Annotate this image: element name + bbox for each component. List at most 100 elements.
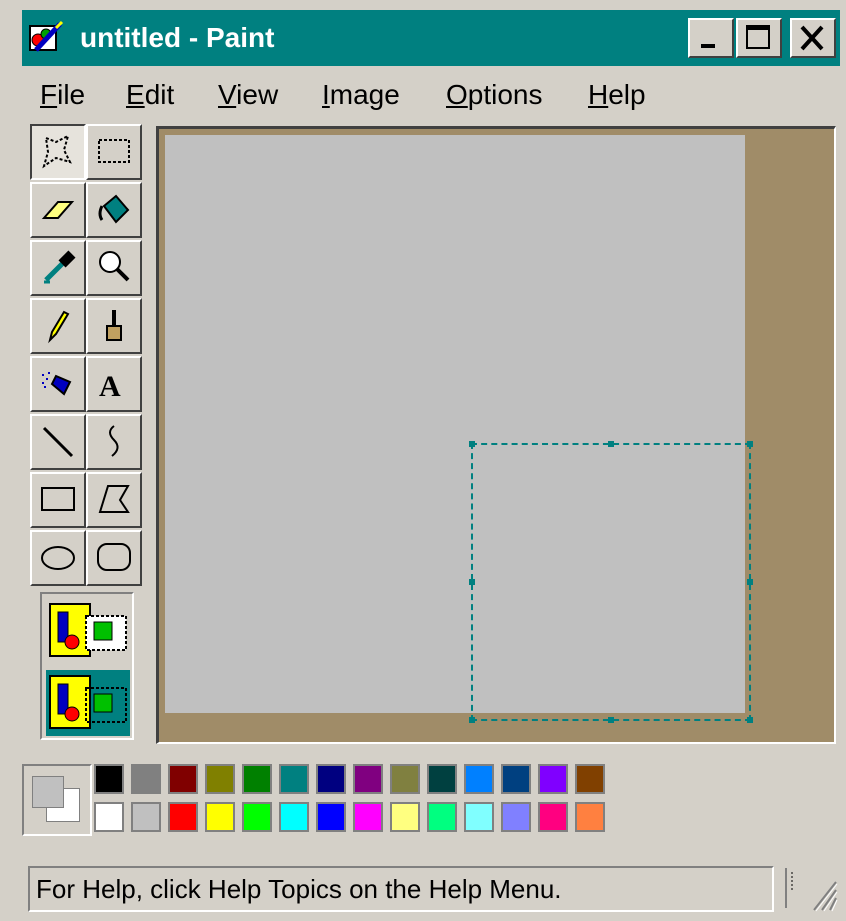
title-bar[interactable]: untitled - Paint: [22, 10, 840, 66]
maximize-icon: [746, 25, 770, 49]
color-swatch[interactable]: [316, 802, 346, 832]
canvas-workspace[interactable]: [156, 126, 836, 744]
curve-icon: [109, 425, 119, 457]
tool-line[interactable]: [30, 414, 86, 470]
tool-rectangle[interactable]: [30, 472, 86, 528]
color-swatch[interactable]: [94, 802, 124, 832]
maximize-button[interactable]: [736, 18, 782, 58]
color-swatch[interactable]: [538, 764, 568, 794]
tool-ellipse[interactable]: [30, 530, 86, 586]
tool-rounded-rect[interactable]: [86, 530, 142, 586]
color-swatch[interactable]: [427, 802, 457, 832]
tool-brush[interactable]: [86, 298, 142, 354]
menu-options-label: ptions: [467, 79, 543, 110]
current-colors[interactable]: [22, 764, 92, 836]
rectangle-icon: [41, 487, 75, 511]
menu-bar: File Edit View Image Options Help: [22, 66, 840, 122]
tool-fill[interactable]: [86, 182, 142, 238]
menu-help[interactable]: Help: [588, 78, 646, 112]
brush-icon: [106, 310, 122, 341]
resize-handle-w[interactable]: [469, 579, 475, 585]
option-transparent-selection[interactable]: [46, 670, 130, 736]
resize-handle-e[interactable]: [747, 579, 753, 585]
minimize-button[interactable]: [688, 18, 734, 58]
color-swatch[interactable]: [131, 764, 161, 794]
tool-pick-color[interactable]: [30, 240, 86, 296]
resize-handle-sw[interactable]: [469, 717, 475, 723]
tool-curve[interactable]: [86, 414, 142, 470]
transparent-selection-icon: [49, 675, 127, 729]
color-picker-icon: [44, 250, 76, 284]
color-swatch[interactable]: [501, 802, 531, 832]
tool-text[interactable]: A: [86, 356, 142, 412]
menu-image-key: I: [322, 79, 330, 110]
color-swatch[interactable]: [316, 764, 346, 794]
close-button[interactable]: [790, 18, 836, 58]
menu-options[interactable]: Options: [446, 78, 543, 112]
menu-view-label: iew: [236, 79, 279, 110]
color-swatch[interactable]: [538, 802, 568, 832]
minimize-icon: [701, 44, 715, 48]
color-swatch[interactable]: [575, 802, 605, 832]
tool-pencil[interactable]: [30, 298, 86, 354]
color-swatch[interactable]: [205, 764, 235, 794]
tool-polygon[interactable]: [86, 472, 142, 528]
option-opaque-selection[interactable]: [46, 598, 130, 664]
menu-edit-label: dit: [144, 79, 175, 110]
fill-bucket-icon: [98, 194, 130, 224]
resize-grip-icon[interactable]: [808, 876, 838, 912]
airbrush-icon: [42, 372, 72, 396]
free-form-select-icon: [42, 134, 72, 169]
opaque-selection-icon: [49, 603, 127, 657]
color-swatch[interactable]: [94, 764, 124, 794]
menu-view[interactable]: View: [218, 78, 278, 112]
menu-edit[interactable]: Edit: [126, 78, 174, 112]
color-swatch[interactable]: [279, 802, 309, 832]
color-swatch[interactable]: [131, 802, 161, 832]
color-swatch[interactable]: [279, 764, 309, 794]
color-swatch[interactable]: [205, 802, 235, 832]
status-message: For Help, click Help Topics on the Help …: [28, 866, 774, 912]
color-swatch[interactable]: [464, 764, 494, 794]
color-swatch[interactable]: [427, 764, 457, 794]
tool-select[interactable]: [86, 124, 142, 180]
menu-view-key: V: [218, 79, 237, 110]
color-swatch[interactable]: [353, 802, 383, 832]
menu-image-label: mage: [329, 79, 400, 110]
tool-magnifier[interactable]: [86, 240, 142, 296]
color-swatch[interactable]: [168, 802, 198, 832]
color-swatch[interactable]: [390, 764, 420, 794]
tool-eraser[interactable]: [30, 182, 86, 238]
resize-handle-ne[interactable]: [747, 441, 753, 447]
color-swatch[interactable]: [242, 764, 272, 794]
menu-edit-key: E: [126, 79, 145, 110]
resize-handle-s[interactable]: [608, 717, 614, 723]
foreground-color-swatch[interactable]: [32, 776, 64, 808]
color-swatch[interactable]: [464, 802, 494, 832]
tool-options: [40, 592, 134, 740]
color-swatch[interactable]: [353, 764, 383, 794]
menu-file-key: F: [40, 79, 58, 110]
selection-rectangle[interactable]: [469, 441, 753, 723]
rect-select-icon: [98, 139, 130, 163]
menu-image[interactable]: Image: [322, 78, 400, 112]
menu-file-label: ile: [57, 79, 86, 110]
resize-handle-nw[interactable]: [469, 441, 475, 447]
tool-airbrush[interactable]: [30, 356, 86, 412]
resize-handle-se[interactable]: [747, 717, 753, 723]
drawing-canvas[interactable]: [165, 135, 753, 723]
paint-window: untitled - Paint File Edit View Image Op…: [0, 0, 846, 921]
color-swatch[interactable]: [575, 764, 605, 794]
resize-handle-n[interactable]: [608, 441, 614, 447]
line-icon: [42, 426, 74, 458]
color-swatch[interactable]: [242, 802, 272, 832]
ellipse-icon: [41, 546, 75, 570]
tool-free-form-select[interactable]: [30, 124, 86, 180]
window-title: untitled - Paint: [80, 22, 275, 53]
color-swatch[interactable]: [501, 764, 531, 794]
tool-box: A: [22, 124, 152, 746]
color-swatch[interactable]: [168, 764, 198, 794]
status-coordinates-pane: [785, 868, 793, 908]
color-swatch[interactable]: [390, 802, 420, 832]
menu-file[interactable]: File: [40, 78, 85, 112]
